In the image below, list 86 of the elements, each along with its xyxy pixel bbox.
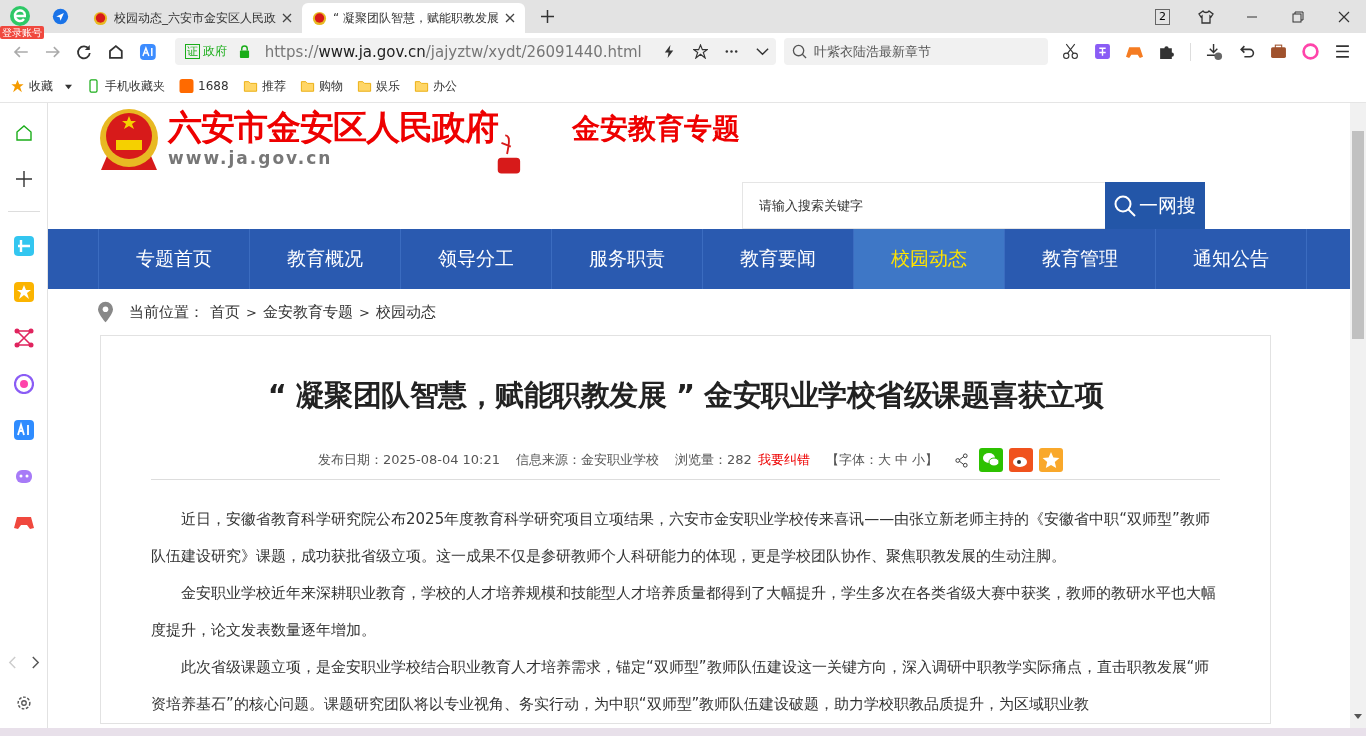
emblem-icon (312, 10, 327, 26)
nav-item[interactable]: 校园动态 (853, 229, 1004, 289)
url-text: https://www.ja.gov.cn/jajyztw/xydt/26091440.html (264, 42, 643, 61)
search-icon (792, 44, 807, 59)
emblem-icon (93, 10, 108, 26)
site-url: www.ja.gov.cn (168, 148, 334, 168)
browser-tab[interactable]: 校园动态_六安市金安区人民政 (83, 3, 302, 33)
app-icon (179, 79, 194, 93)
breadcrumb-link[interactable]: 首页 (210, 302, 240, 322)
bookmark-item[interactable]: 推荐 (242, 77, 286, 95)
star-icon (10, 79, 25, 93)
ai-icon[interactable] (13, 374, 34, 394)
location-pin-icon (98, 301, 113, 323)
menu-icon[interactable] (1334, 43, 1351, 60)
nav-item[interactable]: 教育概况 (249, 229, 400, 289)
nav-item[interactable]: 服务职责 (551, 229, 702, 289)
close-icon[interactable] (505, 13, 516, 23)
search-field[interactable]: 叶紫衣陆浩最新章节 (784, 38, 1048, 65)
share-icon[interactable] (954, 452, 970, 468)
bookmark-item[interactable]: 手机收藏夹 (86, 77, 165, 95)
font-size-control[interactable]: 【字体：大 中 小】 (825, 451, 939, 469)
briefcase-icon[interactable] (1270, 43, 1287, 60)
article-paragraph: 近日，安徽省教育科学研究院公布2025年度教育科学研究项目立项结果，六安市金安职业学校传来喜讯——由张立新老师主持的《安徽省中职“双师型”教师队伍建设研究》课题，成功获批省级立项。这一成果不仅是参研教师个人科研能力的体现，更是学校团队协作、聚焦职教发展的生动注脚。 (151, 509, 1211, 567)
bookmark-item[interactable]: 娱乐 (356, 77, 400, 95)
nav-item[interactable]: 专题首页 (98, 229, 249, 289)
search-field[interactable]: 请输入搜索关键字 (742, 182, 1105, 229)
address-bar[interactable]: 证 政府 https://www.ja.gov.cn/jajyztw/xydt/26091440.html (174, 38, 776, 65)
ai-icon[interactable] (138, 42, 157, 61)
breadcrumb-separator: > (358, 304, 370, 320)
breadcrumb-link[interactable]: 金安教育专题 (262, 302, 353, 322)
search-icon (1114, 194, 1136, 217)
new-tab-icon[interactable] (541, 10, 555, 23)
bookmark-item[interactable]: 收藏 (10, 77, 72, 95)
folder-icon (413, 79, 429, 93)
article-paragraph: 金安职业学校近年来深耕职业教育，学校的人才培养规模和技能型人才培养质量都得到了大幅提升，学生多次在各类省级大赛中获奖，教师的教研水平也大幅度提升，论文发表数量逐年增加。 (151, 583, 1217, 641)
article-paragraph: 此次省级课题立项，是金安职业学校结合职业教育人才培养需求，锚定“双师型”教师队伍建设这一关键方向，深入调研中职教学实际痛点，直击职教发展“师资培养基石”的核心问题。课题研究团队将以专业视角、务实行动，为中职“双师型”教师队伍建设破题，助力学校职教品质提升，为区域职业教 (151, 657, 1211, 715)
article-title: “ 凝聚团队智慧，赋能职教发展 ” 金安职业学校省级课题喜获立项 (266, 377, 1105, 414)
folder-icon (299, 79, 315, 93)
certificate-mark: 证 (184, 44, 200, 59)
scissors-icon[interactable] (1062, 43, 1079, 60)
nav-item[interactable]: 教育管理 (1004, 229, 1155, 289)
topic-title: 金安教育专题 (572, 111, 740, 147)
caret-icon[interactable] (65, 82, 72, 90)
breadcrumb-label: 当前位置： (129, 302, 204, 322)
view-count: 浏览量：282 (675, 451, 752, 469)
network-icon[interactable] (13, 328, 34, 348)
tab-count[interactable]: 2 (1155, 8, 1170, 25)
chevron-right-icon[interactable] (30, 655, 40, 670)
browser-tab[interactable]: “ 凝聚团队智慧，赋能职教发展 (302, 3, 526, 33)
site-title: 六安市金安区人民政府 (168, 106, 498, 148)
scrollbar[interactable] (1350, 103, 1366, 728)
star-icon[interactable] (693, 44, 708, 59)
close-icon[interactable] (282, 13, 292, 23)
nav-item[interactable]: 领导分工 (400, 229, 551, 289)
ai-icon[interactable] (13, 420, 34, 440)
weibo-icon[interactable] (1009, 448, 1034, 472)
info-source: 信息来源：金安职业学校 (516, 451, 660, 469)
search-button[interactable]: 一网搜 (1105, 182, 1205, 229)
send-icon[interactable] (52, 8, 69, 25)
settings-icon[interactable] (14, 694, 33, 712)
nav-item[interactable]: 通知公告 (1155, 229, 1307, 289)
breadcrumb-link[interactable]: 校园动态 (375, 302, 436, 322)
undo-icon[interactable] (1238, 43, 1255, 60)
publish-date: 发布日期：2025-08-04 10:21 (317, 451, 501, 469)
scroll-down-icon[interactable] (1354, 714, 1362, 720)
bookmark-item[interactable]: 购物 (299, 77, 343, 95)
bookmark-item[interactable]: 办公 (413, 77, 457, 95)
folder-icon (242, 79, 258, 93)
lock-icon (238, 45, 250, 58)
ai-ring-icon[interactable] (1302, 43, 1319, 60)
breadcrumb-separator: > (246, 304, 257, 320)
home-icon[interactable] (107, 42, 125, 61)
bookmark-item[interactable]: 1688 (179, 79, 229, 93)
puzzle-icon[interactable] (1158, 43, 1175, 60)
reload-icon[interactable] (75, 42, 94, 61)
add-icon[interactable] (13, 169, 34, 189)
shirt-icon[interactable] (1198, 8, 1214, 25)
login-badge[interactable]: 登录账号 (0, 26, 44, 39)
browser-logo-icon[interactable] (8, 4, 32, 28)
translate-icon[interactable] (1094, 43, 1111, 60)
download-icon[interactable] (1206, 43, 1223, 60)
restore-icon[interactable] (1290, 8, 1306, 25)
folder-icon (356, 79, 372, 93)
phone-icon (86, 79, 101, 93)
star-icon[interactable] (13, 282, 34, 302)
report-error-link[interactable]: 我要纠错 (757, 451, 810, 469)
